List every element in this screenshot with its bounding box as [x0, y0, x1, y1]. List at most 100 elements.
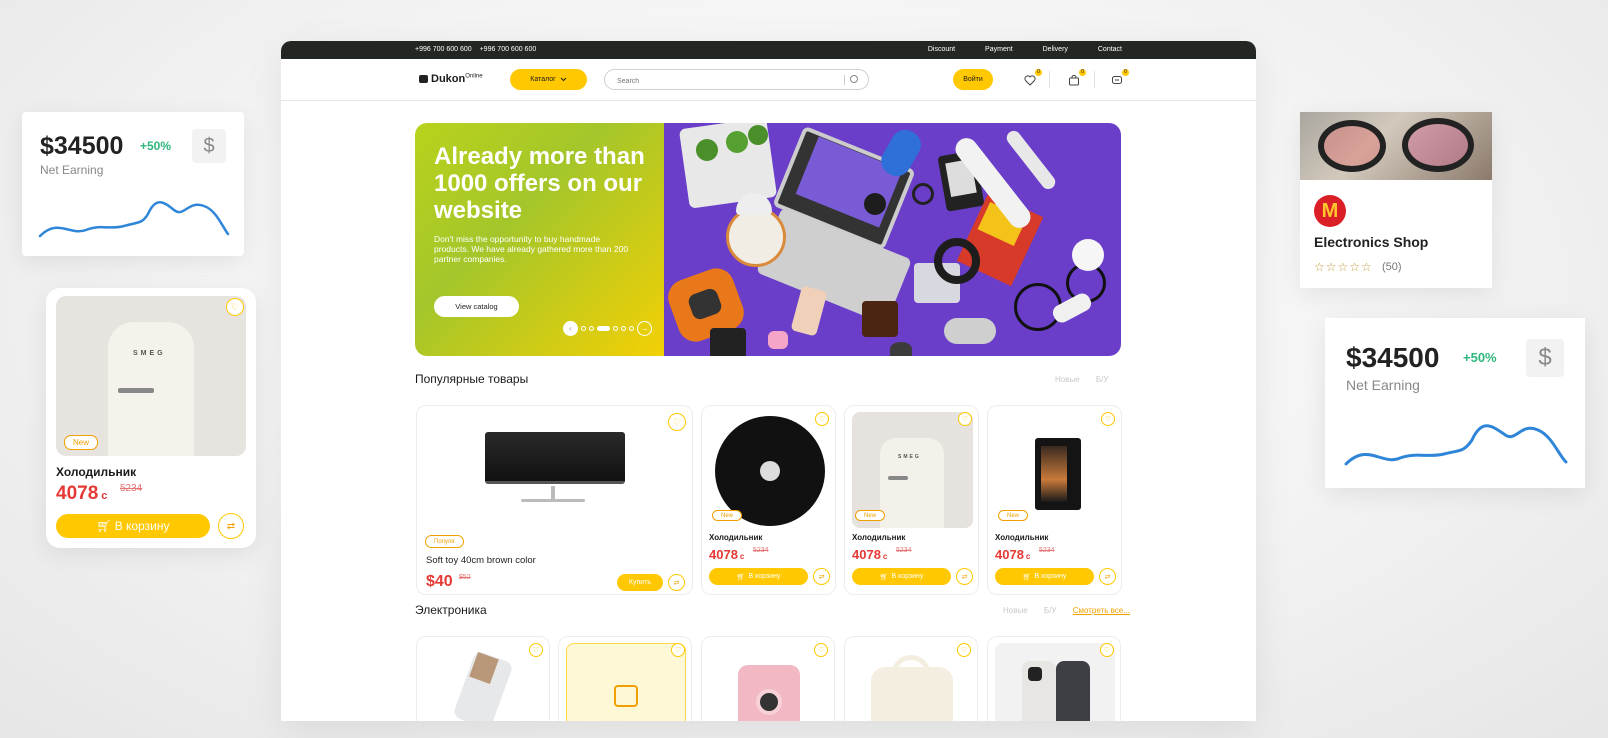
hero-banner: Already more than 1000 offers on our web…: [415, 123, 1121, 356]
product-image: SMEG: [56, 296, 246, 456]
phone-link[interactable]: +996 700 600 600: [415, 46, 472, 53]
cart-icon: 🛒︎: [736, 573, 746, 581]
product-price: 4078 с: [709, 547, 745, 562]
compare-icon[interactable]: 0: [1111, 69, 1129, 85]
product-old-price: 5234: [120, 483, 143, 494]
heart-icon[interactable]: ♡: [957, 643, 971, 657]
carousel-dot[interactable]: [581, 326, 586, 331]
carousel-dot-active[interactable]: [597, 326, 610, 331]
search-input[interactable]: [617, 72, 837, 91]
login-label: Войти: [963, 76, 983, 83]
new-badge: New: [998, 510, 1029, 521]
compare-button[interactable]: ⇄: [218, 513, 244, 539]
carousel-dot[interactable]: [629, 326, 634, 331]
earning-amount: $34500: [1346, 342, 1440, 373]
catalog-label: Каталог: [530, 76, 556, 83]
product-old-price: 5234: [753, 547, 769, 554]
cart-label: В корзину: [114, 519, 170, 533]
heart-icon[interactable]: ♡: [226, 298, 244, 316]
heart-icon[interactable]: ♡: [814, 643, 828, 657]
shop-card[interactable]: M Electronics Shop ☆☆☆☆☆ (50): [1300, 112, 1492, 288]
filter-used[interactable]: Б/У: [1044, 606, 1057, 615]
product-name: Soft toy 40cm brown color: [426, 555, 536, 566]
filter-new[interactable]: Новые: [1055, 375, 1080, 384]
wishlist-count: 0: [1035, 69, 1042, 76]
floating-product-card[interactable]: SMEG ♡ New Холодильник 4078 с 5234 🛒︎ В ко…: [46, 288, 256, 548]
filter-new[interactable]: Новые: [1003, 606, 1028, 615]
wishlist-icon[interactable]: 0: [1024, 69, 1042, 86]
carousel-prev-icon[interactable]: ‹: [563, 321, 578, 336]
login-button[interactable]: Войти: [953, 69, 993, 90]
product-card[interactable]: ♡: [987, 636, 1121, 721]
heart-icon[interactable]: ♡: [1101, 412, 1115, 426]
heart-icon[interactable]: ♡: [671, 643, 685, 657]
add-to-cart-button[interactable]: 🛒︎ В корзину: [56, 514, 210, 538]
product-name: Холодильник: [995, 533, 1049, 542]
search-icon[interactable]: [850, 75, 858, 83]
add-to-cart-button[interactable]: 🛒︎ В корзину: [852, 568, 951, 585]
earning-amount: $34500: [40, 132, 124, 160]
shop-name: Electronics Shop: [1314, 234, 1429, 250]
logo-sup: Online: [465, 73, 483, 80]
earning-sparkline: [1344, 424, 1568, 466]
divider: [1094, 71, 1095, 88]
product-card[interactable]: ♡: [844, 636, 978, 721]
carousel-dot[interactable]: [621, 326, 626, 331]
carousel-next-icon[interactable]: →: [637, 321, 652, 336]
earning-percent: +50%: [1463, 350, 1497, 365]
see-all-link[interactable]: Смотреть все...: [1073, 606, 1130, 615]
earning-widget-right: $34500 +50% Net Earning $: [1325, 318, 1585, 488]
electronics-section-title: Электроника: [415, 603, 487, 617]
compare-button[interactable]: ⇄: [813, 568, 830, 585]
heart-icon[interactable]: ♡: [815, 412, 829, 426]
cart-icon[interactable]: 0: [1068, 69, 1086, 86]
cart-icon: 🛒︎: [879, 573, 889, 581]
hero-subtitle: Don't miss the opportunity to buy handma…: [434, 234, 629, 264]
buy-button[interactable]: Купить: [617, 574, 663, 591]
heart-icon[interactable]: ♡: [668, 413, 686, 431]
top-bar: +996 700 600 600 +996 700 600 600 Discou…: [281, 41, 1256, 59]
phone-numbers: +996 700 600 600 +996 700 600 600: [415, 46, 542, 53]
search-divider: [844, 75, 845, 85]
dollar-icon: $: [1526, 339, 1564, 377]
link-payment[interactable]: Payment: [985, 46, 1013, 53]
popular-badge: Популя: [425, 535, 464, 548]
phone-link[interactable]: +996 700 600 600: [480, 46, 537, 53]
top-links: Discount Payment Delivery Contact: [900, 46, 1122, 53]
cart-label: В корзину: [1034, 573, 1067, 580]
link-delivery[interactable]: Delivery: [1043, 46, 1068, 53]
view-catalog-button[interactable]: View catalog: [434, 296, 519, 317]
new-badge: New: [855, 510, 886, 521]
product-card[interactable]: ♡: [416, 636, 550, 721]
site-header: DukonOnline Каталог Войти 0 0 0: [281, 59, 1256, 101]
logo[interactable]: DukonOnline: [419, 73, 483, 85]
product-card-wide[interactable]: ♡ Популя Soft toy 40cm brown color $40 $…: [416, 405, 693, 595]
compare-button[interactable]: ⇄: [668, 574, 685, 591]
filter-used[interactable]: Б/У: [1096, 375, 1109, 384]
compare-button[interactable]: ⇄: [956, 568, 973, 585]
link-contact[interactable]: Contact: [1098, 46, 1122, 53]
earning-label: Net Earning: [1346, 377, 1420, 393]
star-rating-icon: ☆☆☆☆☆: [1314, 260, 1373, 274]
add-to-cart-button[interactable]: 🛒︎ В корзину: [995, 568, 1094, 585]
product-card[interactable]: SMEG ♡ New Холодильник 4078 с 5234 🛒︎ В ко…: [844, 405, 979, 595]
carousel-dot[interactable]: [589, 326, 594, 331]
hero-title: Already more than 1000 offers on our web…: [434, 143, 645, 224]
earning-label: Net Earning: [40, 163, 104, 177]
product-card[interactable]: ♡: [701, 636, 835, 721]
heart-icon[interactable]: ♡: [1100, 643, 1114, 657]
link-discount[interactable]: Discount: [928, 46, 955, 53]
add-to-cart-button[interactable]: 🛒︎ В корзину: [709, 568, 808, 585]
product-card[interactable]: ♡ New Холодильник 4078 с 5234 🛒︎ В корзину…: [987, 405, 1122, 595]
new-badge: New: [712, 510, 743, 521]
heart-icon[interactable]: ♡: [529, 643, 543, 657]
hero-gadgets-image: [664, 123, 1121, 356]
carousel-dot[interactable]: [613, 326, 618, 331]
rating-count: (50): [1382, 261, 1402, 273]
product-name: Холодильник: [709, 533, 763, 542]
catalog-button[interactable]: Каталог: [510, 69, 587, 90]
product-card[interactable]: ♡: [558, 636, 692, 721]
compare-button[interactable]: ⇄: [1099, 568, 1116, 585]
heart-icon[interactable]: ♡: [958, 412, 972, 426]
product-card[interactable]: ♡ New Холодильник 4078 с 5234 🛒︎ В корзину…: [701, 405, 836, 595]
